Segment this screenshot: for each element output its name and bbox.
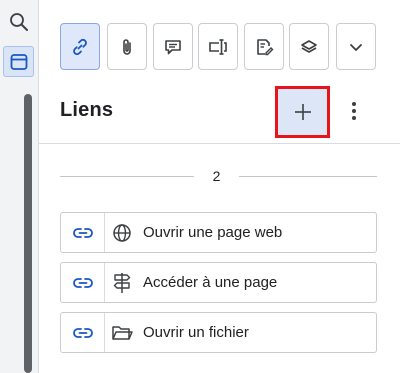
page-number-label: 2 <box>212 168 221 184</box>
link-icon <box>72 277 93 288</box>
folder-icon <box>111 322 133 344</box>
layers-icon <box>301 39 317 53</box>
layers-tool-button[interactable] <box>289 23 329 70</box>
chevron-down-icon <box>350 43 362 51</box>
add-link-button[interactable] <box>275 86 330 138</box>
signpost-icon <box>111 272 133 294</box>
text-field-icon <box>209 38 227 55</box>
rail-scrollbar[interactable] <box>24 94 32 373</box>
link-item-label: Ouvrir une page web <box>143 224 283 241</box>
link-icon <box>73 38 87 55</box>
links-tool-button[interactable] <box>60 23 100 70</box>
form-fields-tool-button[interactable] <box>198 23 238 70</box>
search-icon <box>9 12 28 31</box>
link-chain-cell <box>61 263 105 302</box>
more-vertical-icon <box>352 102 356 120</box>
link-icon <box>72 227 93 238</box>
page-separator-line <box>60 176 194 177</box>
signature-icon <box>257 38 274 55</box>
signatures-tool-button[interactable] <box>244 23 284 70</box>
more-tools-button[interactable] <box>336 23 376 70</box>
more-options-button[interactable] <box>342 94 366 128</box>
globe-icon <box>111 222 133 244</box>
plus-icon <box>294 104 311 120</box>
paperclip-icon <box>123 38 131 55</box>
panel-icon <box>10 53 27 70</box>
link-icon <box>72 327 93 338</box>
links-panel: Liens 2 Ouvrir une page web Accéder à un… <box>39 0 400 373</box>
left-rail <box>0 0 39 373</box>
comment-icon <box>165 39 181 54</box>
link-chain-cell <box>61 313 105 352</box>
comments-tool-button[interactable] <box>153 23 193 70</box>
panel-toggle-button[interactable] <box>3 46 34 77</box>
panel-title: Liens <box>60 99 114 121</box>
page-separator-line <box>239 176 377 177</box>
link-chain-cell <box>61 213 105 252</box>
search-button[interactable] <box>3 6 34 37</box>
attachments-tool-button[interactable] <box>107 23 147 70</box>
link-item[interactable]: Ouvrir une page web <box>60 212 377 253</box>
link-item-label: Ouvrir un fichier <box>143 324 249 341</box>
link-item-label: Accéder à une page <box>143 274 278 291</box>
link-item[interactable]: Ouvrir un fichier <box>60 312 377 353</box>
header-divider <box>39 143 400 144</box>
link-item[interactable]: Accéder à une page <box>60 262 377 303</box>
